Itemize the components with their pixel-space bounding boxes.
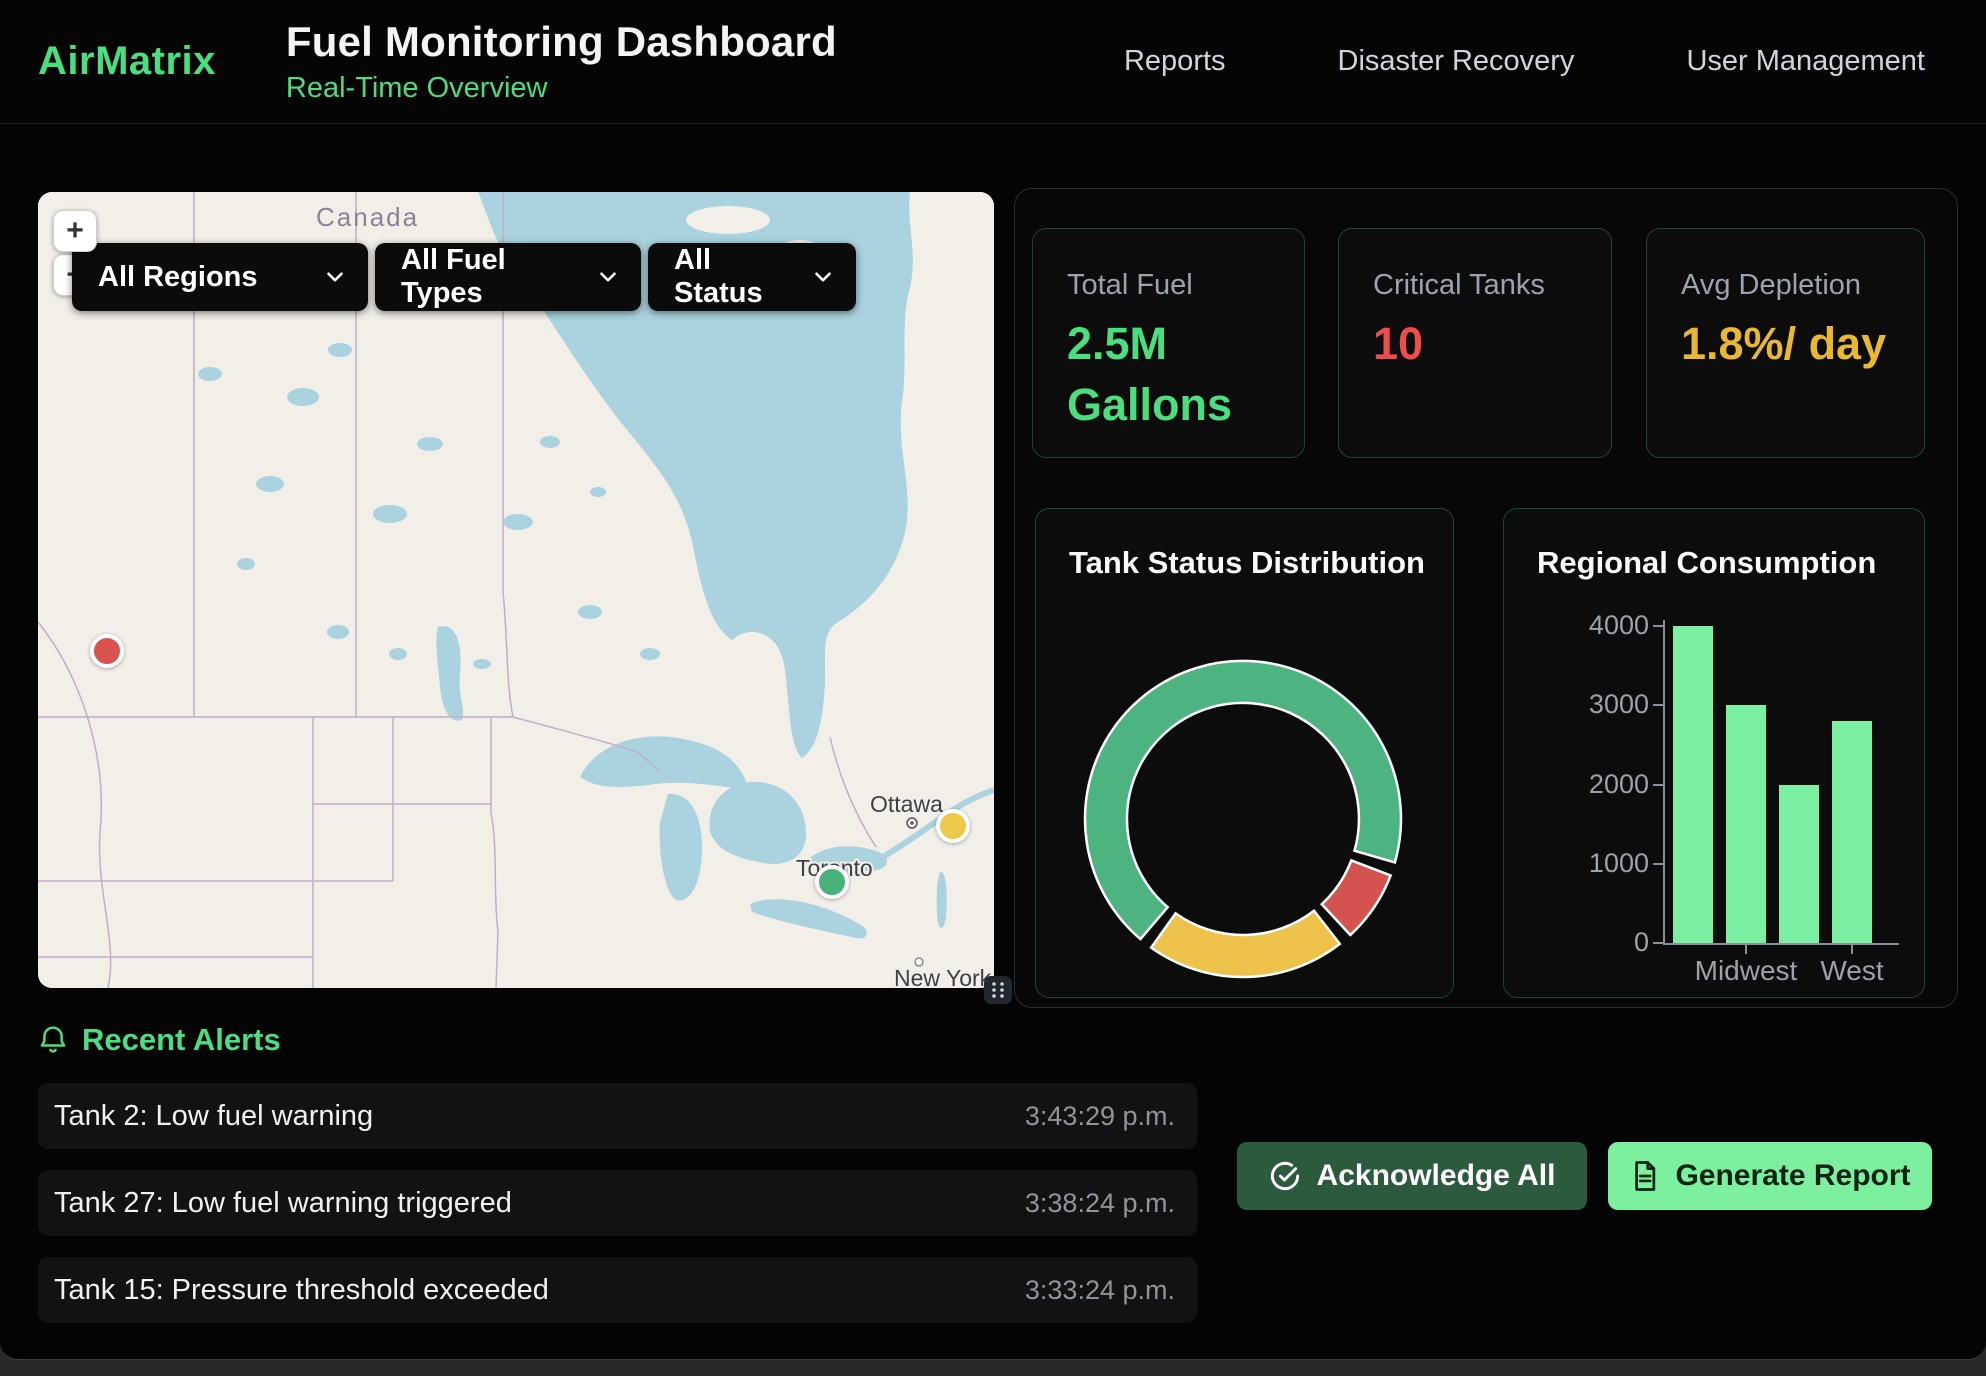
regional-consumption-card: Regional Consumption 0 1000 2000 3000 4000 Mi… <box>1503 508 1925 998</box>
map-label-canada: Canada <box>316 202 419 232</box>
x-axis-line <box>1663 943 1899 945</box>
donut-segment-warning <box>1151 911 1340 977</box>
nav-disaster-recovery[interactable]: Disaster Recovery <box>1338 45 1575 78</box>
tank-map[interactable]: Canada Ottawa Toronto New York <box>38 192 994 988</box>
y-tick-mark <box>1653 784 1663 786</box>
bar-2 <box>1779 785 1819 944</box>
chevron-down-icon <box>595 264 621 290</box>
region-filter-dropdown[interactable]: All Regions <box>72 243 368 311</box>
map-canvas: Canada Ottawa Toronto New York <box>38 192 994 988</box>
region-filter-value: All Regions <box>98 261 258 294</box>
y-tick-mark <box>1653 863 1663 865</box>
fuel-filter-value: All Fuel Types <box>401 244 581 310</box>
alert-time: 3:38:24 p.m. <box>1025 1188 1175 1219</box>
map-label-ottawa: Ottawa <box>870 791 943 817</box>
y-tick-mark <box>1653 942 1663 944</box>
tank-marker-normal[interactable] <box>815 865 849 899</box>
main-nav: Reports Disaster Recovery User Managemen… <box>1124 45 1925 78</box>
y-tick-mark <box>1653 704 1663 706</box>
y-tick-label: 0 <box>1529 927 1649 958</box>
acknowledge-all-label: Acknowledge All <box>1317 1159 1556 1193</box>
resize-grip-handle[interactable] <box>984 976 1012 1004</box>
recent-alerts-title: Recent Alerts <box>82 1022 281 1058</box>
grip-dots-icon <box>989 980 1007 1000</box>
stat-card-total-fuel: Total Fuel 2.5M Gallons <box>1032 228 1305 458</box>
brand-logo: AirMatrix <box>38 39 216 84</box>
nav-reports[interactable]: Reports <box>1124 45 1226 78</box>
generate-report-button[interactable]: Generate Report <box>1608 1142 1932 1210</box>
tank-marker-critical[interactable] <box>90 634 124 668</box>
check-circle-icon <box>1269 1160 1301 1192</box>
y-tick-label: 2000 <box>1529 769 1649 800</box>
chevron-down-icon <box>810 264 836 290</box>
fuel-monitoring-dashboard: AirMatrix Fuel Monitoring Dashboard Real… <box>0 0 1986 1360</box>
stat-value: 10 <box>1373 314 1583 375</box>
stat-card-critical-tanks: Critical Tanks 10 <box>1338 228 1612 458</box>
tank-status-distribution-card: Tank Status Distribution <box>1035 508 1454 998</box>
alert-time: 3:33:24 p.m. <box>1025 1275 1175 1306</box>
alert-row: Tank 15: Pressure threshold exceeded 3:3… <box>38 1257 1197 1323</box>
x-tick-mark <box>1745 945 1747 954</box>
y-tick-mark <box>1653 625 1663 627</box>
map-lake-champlain <box>937 872 947 928</box>
chart-title: Regional Consumption <box>1537 545 1876 581</box>
tank-marker-warning[interactable] <box>936 809 970 843</box>
y-axis-line <box>1663 620 1665 945</box>
x-category-label: Midwest <box>1686 955 1806 987</box>
y-tick-label: 1000 <box>1529 848 1649 879</box>
recent-alerts-heading: Recent Alerts <box>38 1022 281 1058</box>
map-zoom-in-button[interactable]: + <box>53 210 97 252</box>
y-tick-label: 4000 <box>1529 610 1649 641</box>
top-bar: AirMatrix Fuel Monitoring Dashboard Real… <box>0 0 1986 124</box>
map-label-new-york: New York <box>894 965 992 988</box>
bar-0 <box>1673 626 1713 943</box>
stat-card-avg-depletion: Avg Depletion 1.8%/ day <box>1646 228 1925 458</box>
stat-label: Total Fuel <box>1067 269 1304 302</box>
y-tick-label: 3000 <box>1529 689 1649 720</box>
page-subtitle: Real-Time Overview <box>286 72 837 105</box>
generate-report-label: Generate Report <box>1675 1159 1910 1193</box>
title-block: Fuel Monitoring Dashboard Real-Time Over… <box>286 18 837 105</box>
alert-message: Tank 27: Low fuel warning triggered <box>54 1187 512 1220</box>
map-island <box>686 206 770 234</box>
acknowledge-all-button[interactable]: Acknowledge All <box>1237 1142 1587 1210</box>
status-filter-dropdown[interactable]: All Status <box>648 243 856 311</box>
bar-1 <box>1726 705 1766 943</box>
fuel-type-filter-dropdown[interactable]: All Fuel Types <box>375 243 641 311</box>
status-filter-value: All Status <box>674 244 796 310</box>
x-tick-mark <box>1851 945 1853 954</box>
alert-message: Tank 15: Pressure threshold exceeded <box>54 1274 549 1307</box>
bell-icon <box>38 1024 68 1056</box>
nav-user-management[interactable]: User Management <box>1686 45 1925 78</box>
x-category-label: West <box>1792 955 1912 987</box>
alert-row: Tank 27: Low fuel warning triggered 3:38… <box>38 1170 1197 1236</box>
chart-title: Tank Status Distribution <box>1069 545 1425 581</box>
donut-segment-critical <box>1322 860 1391 935</box>
bar-3 <box>1832 721 1872 943</box>
page-title: Fuel Monitoring Dashboard <box>286 18 837 66</box>
alert-time: 3:43:29 p.m. <box>1025 1101 1175 1132</box>
alert-row: Tank 2: Low fuel warning 3:43:29 p.m. <box>38 1083 1197 1149</box>
stat-value: 2.5M Gallons <box>1067 314 1277 436</box>
stat-label: Avg Depletion <box>1681 269 1924 302</box>
stat-label: Critical Tanks <box>1373 269 1611 302</box>
chevron-down-icon <box>322 264 348 290</box>
tank-status-donut <box>1078 654 1408 984</box>
document-icon <box>1629 1160 1659 1192</box>
alert-message: Tank 2: Low fuel warning <box>54 1100 373 1133</box>
stat-value: 1.8%/ day <box>1681 314 1891 375</box>
